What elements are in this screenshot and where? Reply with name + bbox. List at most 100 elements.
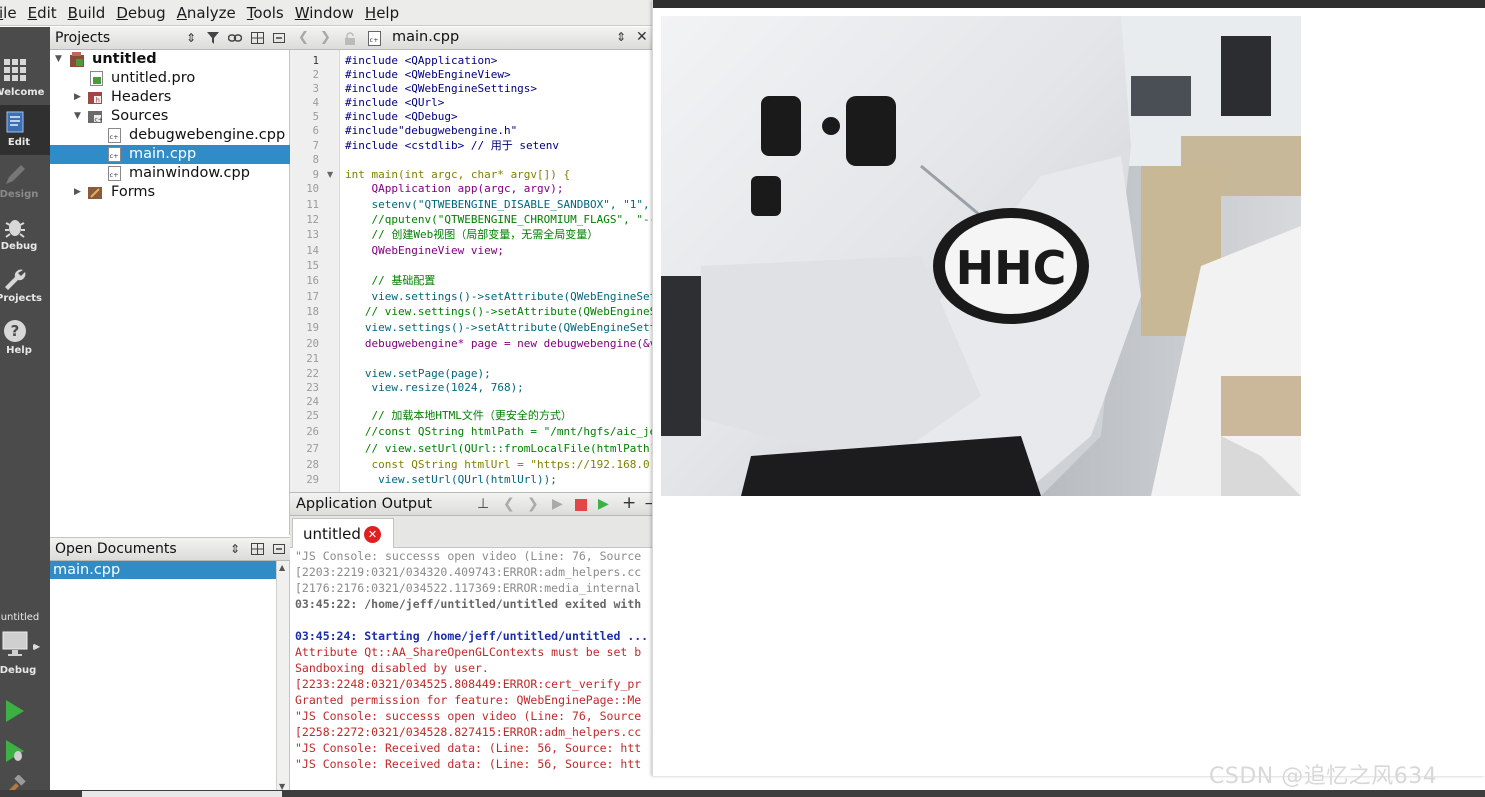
kit-build-mode-label: Debug [0, 665, 37, 676]
scroll-up-icon[interactable]: ▲ [279, 563, 285, 572]
line-number: 18 [306, 306, 319, 318]
nav-back-icon[interactable]: ❮ [298, 30, 309, 45]
output-line: [2258:2272:0321/034528.827415:ERROR:adm_… [295, 725, 642, 739]
tree-item-project-untitled[interactable]: ▼ untitled [50, 50, 290, 69]
menu-edit[interactable]: Edit [23, 0, 63, 26]
webview-window[interactable]: HHC [652, 0, 1485, 776]
line-number: 26 [306, 426, 319, 438]
menu-help[interactable]: Help [360, 0, 405, 26]
tree-item-label: Forms [111, 184, 156, 200]
mode-projects[interactable]: Projects [0, 261, 50, 311]
filter-icon[interactable] [202, 27, 224, 49]
svg-text:c+: c+ [110, 133, 119, 141]
fold-arrow-icon[interactable]: ▼ [327, 170, 333, 179]
mode-help[interactable]: ? Help [0, 313, 50, 363]
application-output-log[interactable]: "JS Console: successs open video (Line: … [290, 548, 652, 790]
mode-edit[interactable]: Edit [0, 105, 50, 155]
link-icon[interactable] [224, 27, 246, 49]
run-icon[interactable] [4, 699, 26, 723]
tree-item-mainwindow-cpp[interactable]: c+ mainwindow.cpp [50, 164, 290, 183]
mode-welcome[interactable]: Welcome [0, 55, 50, 105]
code-line: // 加载本地HTML文件（更安全的方式） [345, 409, 572, 422]
attach-debugger-icon[interactable]: ▶ [598, 496, 609, 512]
open-documents-scrollbar[interactable]: ▲ ▼ [276, 561, 289, 791]
close-tab-icon[interactable]: ✕ [364, 526, 381, 543]
line-number: 19 [306, 322, 319, 334]
view-selector-arrows-icon[interactable]: ⇕ [180, 27, 202, 49]
svg-text:h: h [96, 97, 100, 105]
clear-output-icon[interactable]: ⊥ [477, 496, 489, 512]
editor-file-title[interactable]: main.cpp [392, 29, 459, 45]
locator-field[interactable] [82, 791, 282, 797]
line-number: 25 [306, 410, 319, 422]
close-pane-icon[interactable] [268, 538, 290, 560]
menu-file[interactable]: ile [0, 0, 23, 26]
menu-analyze[interactable]: Analyze [172, 0, 242, 26]
tree-item-sources[interactable]: ▼ c+ Sources [50, 107, 290, 126]
camera-video-frame: HHC [661, 16, 1301, 496]
output-tab-bar: untitled ✕ [290, 516, 652, 549]
debug-run-icon[interactable] [4, 739, 26, 763]
line-number: 11 [306, 199, 319, 211]
mode-label: Design [0, 189, 39, 200]
lock-icon[interactable] [344, 32, 356, 45]
menu-build[interactable]: Build [63, 0, 112, 26]
menu-debug[interactable]: Debug [111, 0, 171, 26]
code-line: #include <QWebEngineView> [345, 68, 511, 81]
tree-item-untitled-pro[interactable]: untitled.pro [50, 69, 290, 88]
line-number: 7 [312, 140, 319, 152]
next-item-icon[interactable]: ❯ [527, 496, 539, 512]
svg-text:HHC: HHC [956, 241, 1067, 295]
line-number: 10 [306, 183, 319, 195]
kit-arrow-icon[interactable]: ▶ [34, 642, 40, 651]
code-line: // view.setUrl(QUrl::fromLocalFile(htmlP… [345, 442, 652, 455]
tree-collapsed-arrow-icon[interactable]: ▶ [74, 183, 81, 202]
code-line: view.resize(1024, 768); [345, 381, 524, 394]
close-editor-icon[interactable]: ✕ [636, 29, 648, 45]
tree-expanded-arrow-icon[interactable]: ▼ [74, 107, 81, 126]
output-line: "JS Console: Received data: (Line: 56, S… [295, 741, 642, 755]
webview-title-strip [653, 0, 1485, 8]
mode-debug[interactable]: Debug [0, 209, 50, 259]
tree-item-headers[interactable]: ▶ h Headers [50, 88, 290, 107]
open-document-item[interactable]: main.cpp [50, 561, 276, 579]
code-line: debugwebengine* page = new debugwebengin… [345, 337, 652, 350]
monitor-icon[interactable] [2, 631, 34, 659]
tree-item-main-cpp[interactable]: c+ main.cpp [50, 145, 290, 164]
close-pane-icon[interactable] [268, 27, 290, 49]
nav-forward-icon[interactable]: ❯ [320, 30, 331, 45]
line-number: 28 [306, 459, 319, 471]
split-icon[interactable] [246, 538, 268, 560]
tree-item-debugwebengine-cpp[interactable]: c+ debugwebengine.cpp [50, 126, 290, 145]
mode-label: Edit [7, 137, 31, 148]
file-dropdown-arrows-icon[interactable]: ⇕ [616, 30, 626, 44]
rerun-icon[interactable]: ▶ [552, 496, 563, 512]
code-line: #include <cstdlib> // 用于 setenv [345, 139, 560, 152]
tree-item-forms[interactable]: ▶ Forms [50, 183, 290, 202]
split-icon[interactable] [246, 27, 268, 49]
grid-icon [4, 59, 26, 81]
mode-label: Welcome [0, 87, 45, 98]
line-number: 2 [312, 69, 319, 81]
prev-item-icon[interactable]: ❮ [503, 496, 515, 512]
code-editor[interactable]: 1 2 3 4 5 6 7 8 9 ▼ 10 11 12 13 14 15 16… [290, 50, 652, 492]
output-line: "JS Console: successs open video (Line: … [295, 709, 642, 723]
open-documents-title: Open Documents [55, 541, 177, 557]
pro-file-icon [90, 71, 103, 86]
sources-folder-icon: c+ [88, 111, 102, 124]
tree-collapsed-arrow-icon[interactable]: ▶ [74, 88, 81, 107]
output-line: "JS Console: successs open video (Line: … [295, 549, 642, 563]
stop-icon[interactable] [575, 499, 587, 511]
menu-tools[interactable]: Tools [242, 0, 290, 26]
line-number: 24 [306, 396, 319, 408]
output-tab-label: untitled [303, 525, 361, 543]
headers-folder-icon: h [88, 92, 102, 105]
add-icon[interactable]: + [622, 493, 636, 513]
menu-window[interactable]: Window [290, 0, 360, 26]
tree-item-label: Sources [111, 108, 169, 124]
output-line: 03:45:22: /home/jeff/untitled/untitled e… [295, 597, 642, 611]
mode-design[interactable]: Design [0, 157, 50, 207]
tree-expanded-arrow-icon[interactable]: ▼ [55, 50, 62, 69]
view-selector-arrows-icon[interactable]: ⇕ [224, 538, 246, 560]
output-tab-untitled[interactable]: untitled ✕ [292, 518, 394, 549]
